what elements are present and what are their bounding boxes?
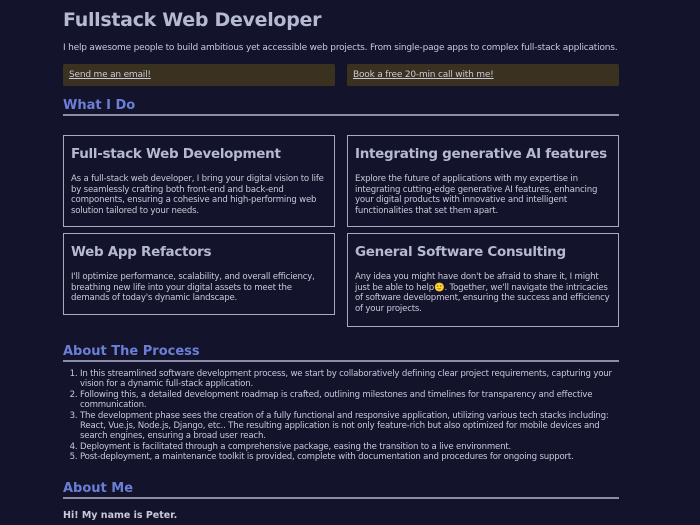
page-subtitle: I help awesome people to build ambitious…: [63, 43, 617, 53]
book-call-button[interactable]: Book a free 20-min call with me!: [347, 64, 619, 86]
process-step: Post-deployment, a maintenance toolkit i…: [80, 452, 625, 462]
service-card: Integrating generative AI features Explo…: [347, 135, 619, 227]
process-heading: About The Process: [63, 344, 619, 362]
about-me-heading: About Me: [63, 481, 619, 499]
service-card-text: As a full-stack web developer, I bring y…: [71, 174, 327, 216]
service-card: Full-stack Web Development As a full-sta…: [63, 135, 335, 227]
service-card-text: Explore the future of applications with …: [355, 174, 611, 216]
what-i-do-heading: What I Do: [63, 98, 619, 116]
service-card: Web App Refactors I'll optimize performa…: [63, 233, 335, 315]
process-step: Deployment is facilitated through a comp…: [80, 442, 625, 452]
service-card-title: Integrating generative AI features: [355, 146, 611, 162]
process-step: In this streamlined software development…: [80, 369, 625, 390]
process-step: The development phase sees the creation …: [80, 411, 625, 442]
about-me-greeting: Hi! My name is Peter.: [63, 510, 177, 521]
service-card-text: I'll optimize performance, scalability, …: [71, 272, 327, 304]
page-title: Fullstack Web Developer: [63, 9, 321, 31]
service-card-title: General Software Consulting: [355, 244, 611, 260]
service-card-title: Full-stack Web Development: [71, 146, 327, 162]
send-email-button[interactable]: Send me an email!: [63, 64, 335, 86]
service-card: General Software Consulting Any idea you…: [347, 233, 619, 327]
process-step: Following this, a detailed development r…: [80, 390, 625, 411]
service-card-text: Any idea you might have don't be afraid …: [355, 272, 611, 314]
service-card-title: Web App Refactors: [71, 244, 327, 260]
process-steps-list: In this streamlined software development…: [63, 369, 625, 463]
